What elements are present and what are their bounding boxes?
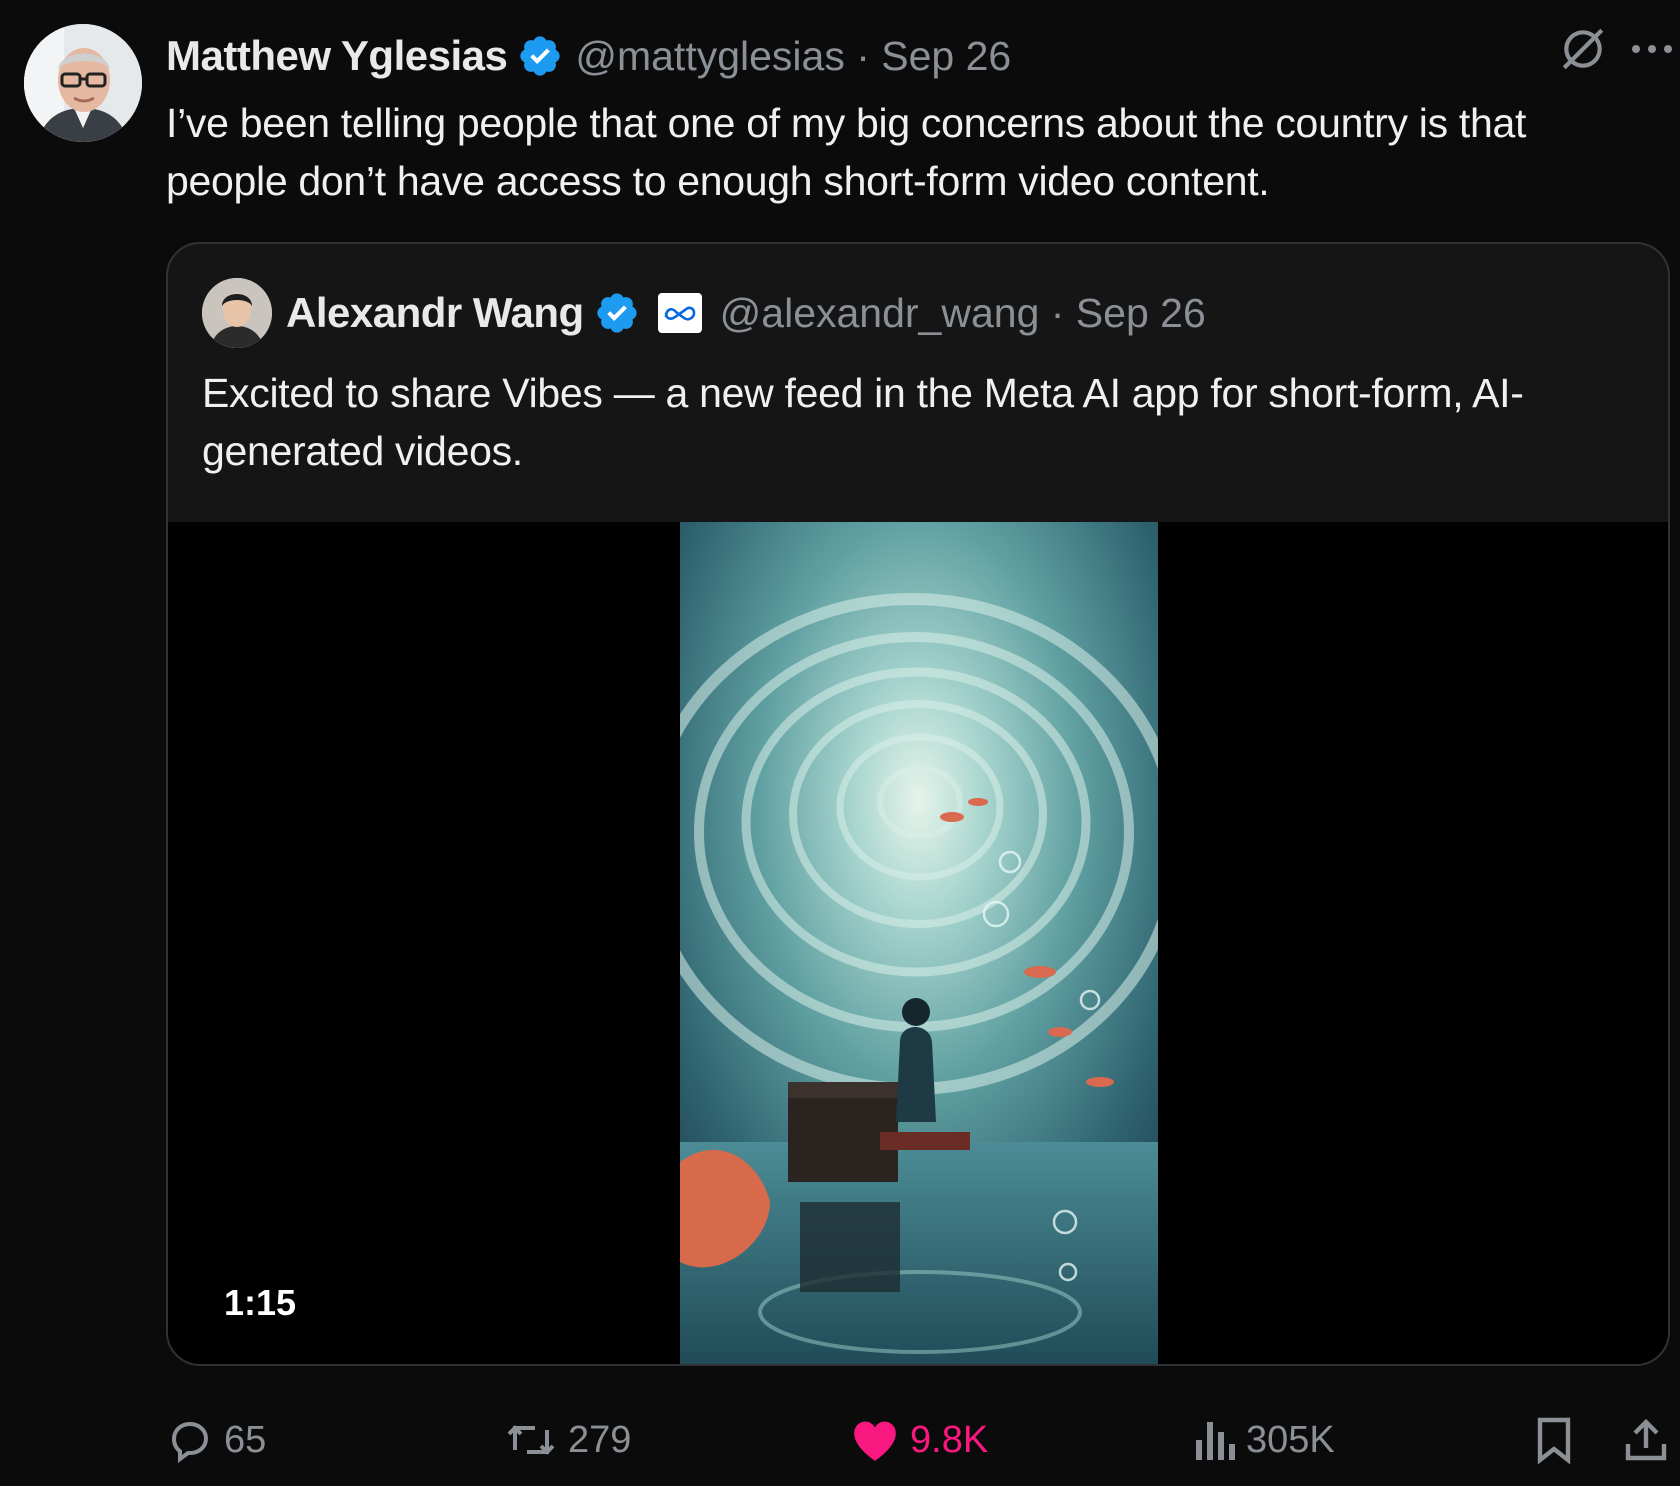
tweet-text: I’ve been telling people that one of my … [166, 100, 1527, 204]
quoted-author-avatar[interactable] [202, 278, 272, 348]
quoted-tweet-card[interactable]: Alexandr Wang @alexandr_wang · Sep 26 Ex… [166, 242, 1670, 1366]
reply-icon [171, 1421, 209, 1463]
author-handle-date[interactable]: @mattyglesias · Sep 26 [575, 33, 1011, 80]
repost-button[interactable]: 279 [504, 1408, 631, 1472]
like-button[interactable]: 9.8K [850, 1408, 988, 1472]
views-icon [1196, 1422, 1235, 1460]
quoted-tweet-header: Alexandr Wang @alexandr_wang · Sep 26 [202, 278, 1206, 348]
author-name[interactable]: Matthew Yglesias [166, 32, 508, 80]
meta-affiliate-icon[interactable] [657, 293, 702, 333]
heart-icon [854, 1421, 896, 1461]
grok-icon[interactable] [1558, 24, 1608, 74]
author-avatar[interactable] [24, 24, 142, 142]
reply-count: 65 [224, 1418, 267, 1461]
more-icon[interactable] [1628, 39, 1676, 59]
video-duration: 1:15 [224, 1282, 297, 1323]
tweet-action-bar: 65 279 9.8K 305K [166, 1408, 1670, 1472]
verified-badge-icon [520, 36, 561, 76]
views-button[interactable]: 305K [1192, 1408, 1335, 1472]
tweet-header: Matthew Yglesias @mattyglesias · Sep 26 [166, 26, 1666, 86]
bookmark-icon [1537, 1417, 1571, 1464]
quoted-tweet-text: Excited to share Vibes — a new feed in t… [202, 370, 1524, 474]
share-icon [1625, 1418, 1667, 1461]
quoted-author-name[interactable]: Alexandr Wang [286, 289, 584, 337]
video-thumbnail[interactable] [680, 522, 1158, 1364]
repost-icon [507, 1425, 555, 1455]
share-button[interactable] [1624, 1408, 1668, 1472]
quoted-author-handle-date[interactable]: @alexandr_wang · Sep 26 [720, 290, 1206, 337]
bookmark-button[interactable] [1534, 1408, 1574, 1472]
video-player[interactable]: 1:15 [168, 522, 1668, 1364]
repost-count: 279 [568, 1418, 632, 1461]
views-count: 305K [1246, 1418, 1335, 1461]
reply-button[interactable]: 65 [166, 1408, 266, 1472]
verified-badge-icon [597, 293, 637, 333]
like-count: 9.8K [910, 1418, 989, 1461]
